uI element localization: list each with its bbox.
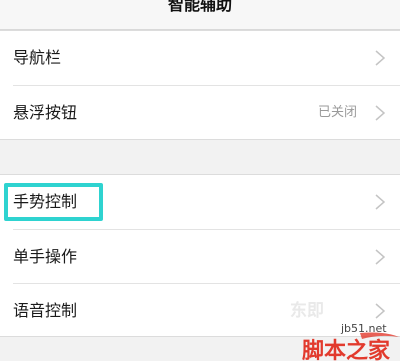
settings-item-label: 导航栏	[13, 48, 62, 67]
settings-item-value: 已关闭	[317, 105, 357, 120]
settings-item-label: 单手操作	[13, 247, 78, 266]
chevron-right-icon	[375, 50, 386, 66]
chevron-right-icon	[375, 303, 386, 319]
title-bar: 智能辅助	[0, 0, 400, 30]
settings-item-one-hand[interactable]: 单手操作	[0, 230, 400, 284]
chevron-right-icon	[375, 249, 386, 265]
page-title: 智能辅助	[167, 0, 232, 14]
chevron-right-icon	[375, 105, 386, 121]
settings-group-1: 导航栏 悬浮按钮 已关闭	[0, 30, 400, 140]
settings-item-label: 语音控制	[13, 301, 78, 320]
chevron-right-icon	[375, 194, 386, 210]
watermark-brand: 脚本之家	[302, 339, 391, 361]
settings-item-floating-button[interactable]: 悬浮按钮 已关闭	[0, 86, 400, 140]
faded-watermark-text: 东即	[290, 301, 324, 321]
highlight-box	[4, 183, 103, 221]
settings-item-navbar[interactable]: 导航栏	[0, 31, 400, 85]
settings-item-label: 悬浮按钮	[13, 103, 78, 122]
settings-item-voice-control[interactable]: 语音控制	[0, 284, 400, 338]
